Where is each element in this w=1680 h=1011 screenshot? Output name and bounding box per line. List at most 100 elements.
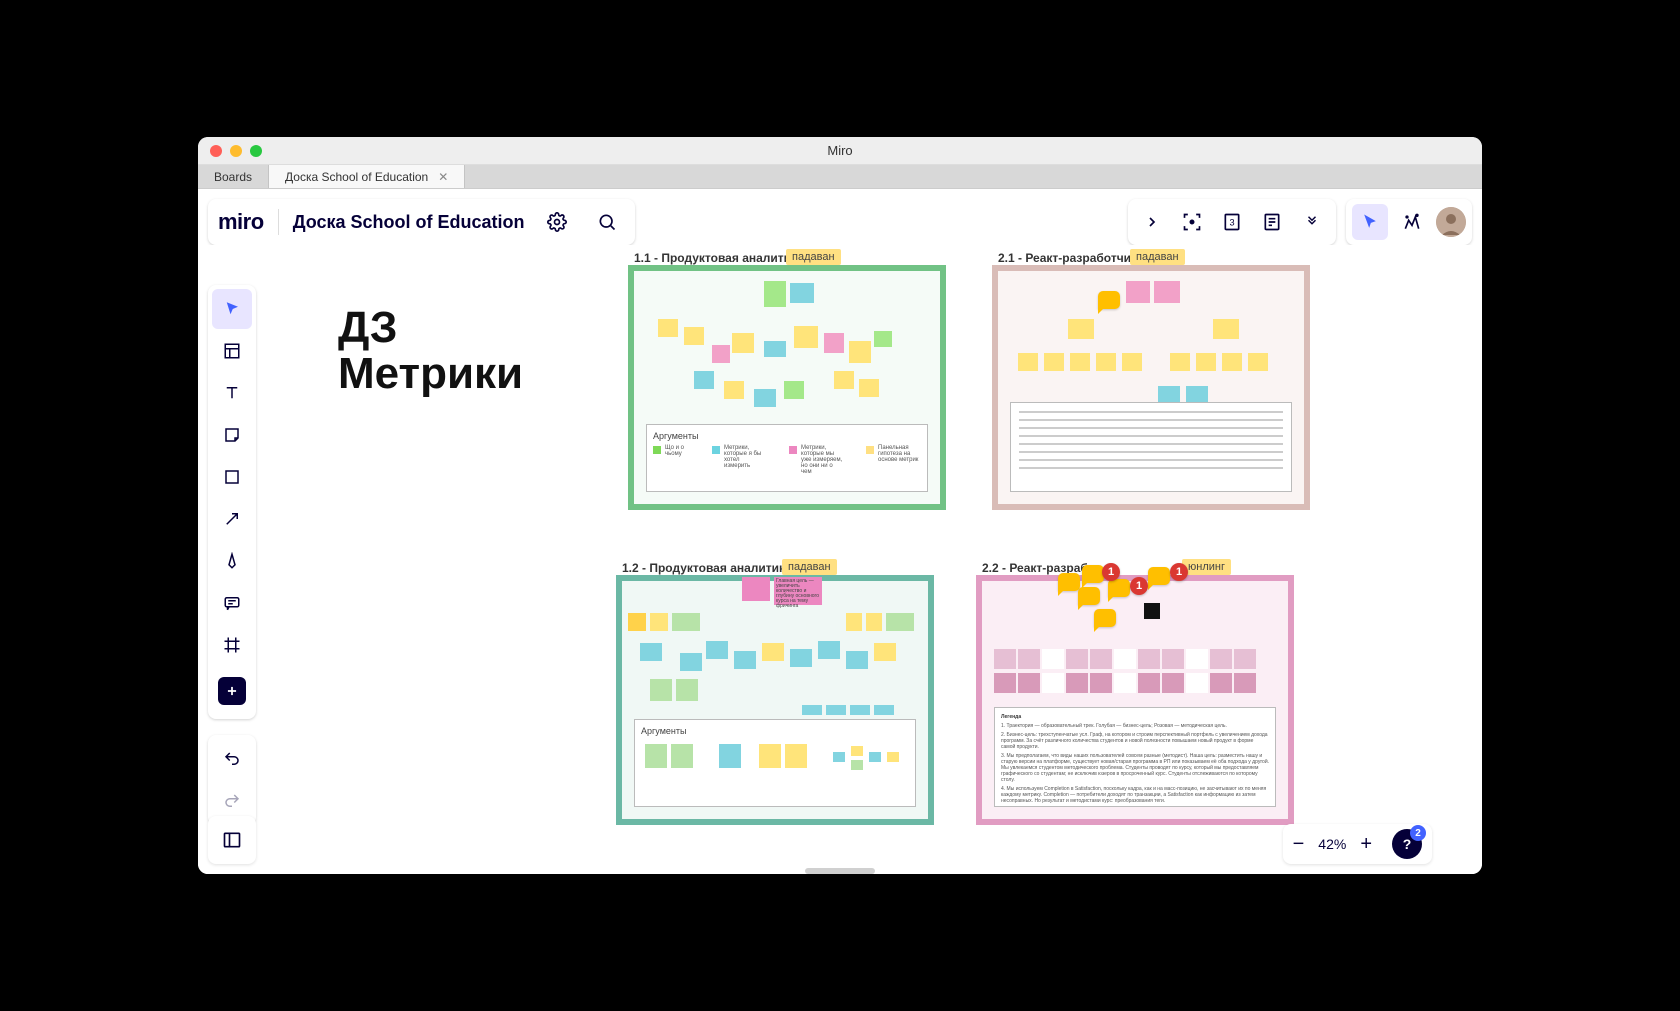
canvas[interactable]: ДЗ Метрики 1.1 - Продуктовая аналитика п…: [198, 245, 1482, 874]
select-tool[interactable]: [212, 289, 252, 329]
sticky-note[interactable]: [1248, 353, 1268, 371]
notes-icon[interactable]: [1254, 204, 1290, 240]
sticky-note[interactable]: [734, 651, 756, 669]
sticky-note[interactable]: [1196, 353, 1216, 371]
sticky-note[interactable]: [849, 341, 871, 363]
comment-icon[interactable]: [1058, 573, 1080, 591]
board-title[interactable]: Доска School of Education: [293, 212, 525, 233]
sticky-note[interactable]: [1018, 353, 1038, 371]
sticky-note[interactable]: [650, 613, 668, 631]
focus-icon[interactable]: [1174, 204, 1210, 240]
frame-1-1[interactable]: 1.1 - Продуктовая аналитика падаван Аргу…: [628, 265, 946, 510]
legend-box[interactable]: Аргументы: [634, 719, 916, 807]
templates-tool[interactable]: [212, 331, 252, 371]
sticky-note[interactable]: [706, 641, 728, 659]
tab-board-current[interactable]: Доска School of Education ✕: [269, 165, 465, 188]
sticky-note[interactable]: [866, 613, 882, 631]
legend-box[interactable]: Аргументы Що и о чьому Метрики, которые …: [646, 424, 928, 492]
sticky-note[interactable]: [676, 679, 698, 701]
sticky-note[interactable]: [1213, 319, 1239, 339]
sticky-note[interactable]: [850, 705, 870, 715]
sticky-note[interactable]: [784, 381, 804, 399]
sticky-note[interactable]: [790, 283, 814, 303]
close-tab-icon[interactable]: ✕: [438, 170, 448, 184]
tab-boards[interactable]: Boards: [198, 165, 269, 188]
more-tools[interactable]: [212, 671, 252, 711]
comment-icon[interactable]: [1108, 579, 1130, 597]
sticky-note[interactable]: [764, 281, 786, 307]
sticky-note[interactable]: [1068, 319, 1094, 339]
sticky-note[interactable]: [684, 327, 704, 345]
sticky-note[interactable]: [742, 577, 770, 601]
sticky-note[interactable]: [824, 333, 844, 353]
maximize-window-button[interactable]: [250, 145, 262, 157]
notification-badge[interactable]: 1: [1130, 577, 1148, 595]
close-window-button[interactable]: [210, 145, 222, 157]
sticky-note[interactable]: [732, 333, 754, 353]
sticky-note[interactable]: [680, 653, 702, 671]
sticky-note[interactable]: [818, 641, 840, 659]
sticky-note[interactable]: [790, 649, 812, 667]
sticky-note[interactable]: [802, 705, 822, 715]
sticky-note[interactable]: [650, 679, 672, 701]
frame-tag[interactable]: юнлинг: [1182, 559, 1231, 575]
sticky-note[interactable]: [1122, 353, 1142, 371]
sticky-note[interactable]: [762, 643, 784, 661]
comment-icon[interactable]: [1098, 291, 1120, 309]
sticky-note[interactable]: [1126, 281, 1150, 303]
frame-2-1[interactable]: 2.1 - Реакт-разработчик падаван: [992, 265, 1310, 510]
undo-button[interactable]: [212, 739, 252, 779]
sticky-note[interactable]: [794, 326, 818, 348]
frame-1-2[interactable]: 1.2 - Продуктовая аналитика падаван Глав…: [616, 575, 934, 825]
search-icon[interactable]: [589, 204, 625, 240]
comment-icon[interactable]: [1094, 609, 1116, 627]
redo-button[interactable]: [212, 781, 252, 821]
frame-tag[interactable]: падаван: [782, 559, 837, 575]
sticky-note[interactable]: [640, 643, 662, 661]
sticky-note[interactable]: [1170, 353, 1190, 371]
sticky-note-top[interactable]: Главная цель — увеличить количество и гл…: [774, 577, 822, 605]
sticky-note[interactable]: [694, 371, 714, 389]
sticky-note[interactable]: [859, 379, 879, 397]
zoom-out-button[interactable]: −: [1293, 833, 1305, 856]
sticky-note[interactable]: [672, 613, 700, 631]
sticky-note[interactable]: [846, 651, 868, 669]
text-box[interactable]: [1010, 402, 1292, 492]
horizontal-scrollbar[interactable]: [805, 868, 875, 874]
hide-panels-button[interactable]: [208, 816, 256, 864]
sticky-note[interactable]: [874, 705, 894, 715]
sticky-note[interactable]: [1144, 603, 1160, 619]
pen-tool[interactable]: [212, 541, 252, 581]
help-button[interactable]: ? 2: [1392, 829, 1422, 859]
sticky-note[interactable]: [874, 331, 892, 347]
chevron-right-icon[interactable]: [1134, 204, 1170, 240]
sticky-note[interactable]: [712, 345, 730, 363]
sticky-note[interactable]: [826, 705, 846, 715]
frame-tag[interactable]: падаван: [1130, 249, 1185, 265]
sticky-note[interactable]: [846, 613, 862, 631]
zoom-in-button[interactable]: +: [1360, 833, 1372, 856]
shape-tool[interactable]: [212, 457, 252, 497]
sticky-note[interactable]: [874, 643, 896, 661]
sticky-note[interactable]: [658, 319, 678, 337]
text-tool[interactable]: [212, 373, 252, 413]
arrow-tool[interactable]: [212, 499, 252, 539]
sticky-note[interactable]: [754, 389, 776, 407]
sticky-note[interactable]: [1222, 353, 1242, 371]
sticky-note[interactable]: [886, 613, 914, 631]
user-avatar[interactable]: [1436, 207, 1466, 237]
frame-tag[interactable]: падаван: [786, 249, 841, 265]
comment-icon[interactable]: [1078, 587, 1100, 605]
sticky-note[interactable]: [1070, 353, 1090, 371]
canvas-text-title[interactable]: ДЗ Метрики: [338, 305, 523, 397]
notification-badge[interactable]: 1: [1102, 563, 1120, 581]
miro-logo[interactable]: miro: [218, 209, 264, 235]
sticky-note[interactable]: [1154, 281, 1180, 303]
notification-badge[interactable]: 1: [1170, 563, 1188, 581]
sticky-note[interactable]: [628, 613, 646, 631]
zoom-value[interactable]: 42%: [1318, 836, 1346, 852]
comment-tool[interactable]: [212, 583, 252, 623]
sticky-note[interactable]: [834, 371, 854, 389]
cursor-mode-icon[interactable]: [1352, 204, 1388, 240]
more-icon[interactable]: [1294, 204, 1330, 240]
